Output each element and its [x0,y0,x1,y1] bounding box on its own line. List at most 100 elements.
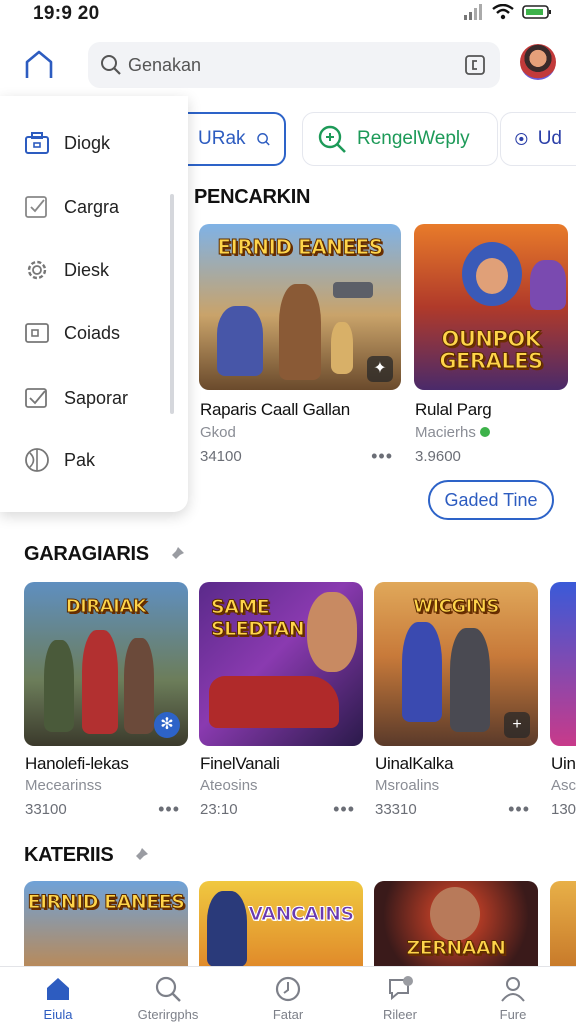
chip-label: RengelWeply [357,128,470,149]
avatar[interactable] [520,44,556,80]
nav-label: Rileer [383,1007,417,1022]
figure-shape [430,887,480,941]
search-icon [101,55,121,75]
menu-item-diesk[interactable]: Diesk [24,257,109,283]
game-card[interactable]: SAME SLEDTAN FinelVanali Ateosins 23:10 … [199,582,363,819]
pin-icon[interactable] [131,847,149,865]
search-input[interactable] [128,51,428,79]
game-name: FinelVanali [200,754,280,773]
nav-label: Fure [499,1007,527,1022]
chip-rengelweply[interactable]: RengelWeply [302,112,498,166]
pin-icon[interactable]: ✦ [367,356,393,382]
menu-item-cargra[interactable]: Cargra [24,194,119,220]
figure-shape [279,284,321,380]
game-card[interactable]: ZERNAAN [374,881,538,967]
nav-item-profile[interactable]: Fure [463,975,563,1022]
game-thumbnail[interactable]: OUNPOK GERALES [414,224,568,390]
signal-icon [464,4,482,20]
nav-item-rileer[interactable]: Rileer [350,975,450,1022]
game-thumbnail[interactable]: DIRAIAK ✻ [24,582,188,746]
game-thumbnail[interactable]: SAME SLEDTAN [199,582,363,746]
dropdown-menu: Diogk Cargra Diesk Coiads Saporar Pak [0,96,188,512]
game-thumbnail[interactable]: VANCAINS [199,881,363,967]
menu-item-label: Diogk [64,132,111,153]
menu-item-label: Cargra [64,196,120,217]
game-art-title: DIRAIAK [65,596,147,618]
more-options-icon[interactable]: ••• [333,799,355,820]
game-art-title: ZERNAAN [406,937,507,960]
game-publisher: Mecearinss [25,777,102,794]
game-card[interactable]: EIRNID EANEES ✦ Raparis Caall Gallan Gko… [199,224,401,466]
game-thumbnail[interactable] [550,881,576,967]
nav-item-home[interactable]: Eiula [8,975,108,1022]
guided-tine-button[interactable]: Gaded Tine [428,480,554,520]
section-title-garagiaris: GARAGIARIS [24,543,185,566]
home-icon[interactable] [22,48,56,82]
game-name: Hanolefi-lekas [25,754,129,773]
game-thumbnail[interactable]: WICGINS + [374,582,538,746]
game-card[interactable]: Uin Asc 130 [550,582,576,818]
wifi-icon [492,4,514,20]
section-title-text: GARAGIARIS [24,543,149,565]
chip-ud[interactable]: Ud [500,112,576,166]
search-icon [256,133,270,146]
search-icon [155,976,181,1002]
section-title-text: PENCARKIN [194,186,311,208]
game-count: 3.9600 [415,448,461,465]
figure-shape [402,622,442,722]
status-bar: 19:9 20 [0,0,576,30]
menu-item-pak[interactable]: Pak [24,447,95,473]
game-thumbnail[interactable]: EIRNID EANEES ✦ [199,224,401,390]
game-art-title: VANCAINS [248,903,355,926]
battery-icon [522,5,551,19]
game-name: Uin [551,754,576,773]
game-count: 34100 [200,448,242,465]
sparkle-icon[interactable]: ✻ [154,712,180,738]
menu-item-saporar[interactable]: Saporar [24,385,128,411]
game-thumbnail[interactable]: EIRNID EANEES [24,881,188,967]
figure-shape [124,638,154,734]
scan-icon[interactable] [464,54,486,76]
nav-item-fatar[interactable]: Fatar [238,975,338,1022]
figure-shape [331,322,353,374]
game-publisher: Asc [551,777,576,794]
figure-shape [450,628,490,732]
more-options-icon[interactable]: ••• [158,799,180,820]
search-bar[interactable] [88,42,500,88]
nav-label: Fatar [272,1007,304,1022]
search-plus-icon [318,125,346,153]
game-count: 33100 [25,801,67,818]
game-thumbnail[interactable]: ZERNAAN [374,881,538,967]
chip-label: URak [198,128,246,149]
window-icon [25,323,49,343]
pin-icon[interactable] [167,546,185,564]
menu-item-coiads[interactable]: Coiads [24,320,120,346]
chat-icon [389,976,413,1001]
figure-shape [307,592,357,672]
game-card[interactable]: WICGINS + UinalKalka Msroalins 33310 ••• [374,582,538,819]
game-publisher-text: Macierhs [415,424,476,441]
game-count: 33310 [375,801,417,818]
game-art-title: SAME SLEDTAN [211,596,306,641]
game-card[interactable]: OUNPOK GERALES Rulal Parg Macierhs 3.960… [414,224,568,465]
game-name: Rulal Parg [415,400,492,419]
home-icon [47,978,69,1000]
game-art-title: EIRNID EANEES [217,235,384,259]
more-options-icon[interactable]: ••• [371,446,393,467]
bottom-nav: Eiula Gterirgphs Fatar Rileer Fure [0,966,576,1024]
status-time: 19:9 20 [33,3,100,24]
menu-scrollbar[interactable] [170,194,174,414]
game-thumbnail[interactable] [550,582,576,746]
figure-shape [44,640,74,732]
menu-item-label: Coiads [64,322,121,343]
game-card[interactable]: DIRAIAK ✻ Hanolefi-lekas Mecearinss 3310… [24,582,188,819]
game-art-title: EIRNID EANEES [27,891,185,914]
compass-icon [515,132,528,146]
add-icon[interactable]: + [504,712,530,738]
nav-item-search[interactable]: Gterirgphs [118,975,218,1022]
more-options-icon[interactable]: ••• [508,799,530,820]
game-card[interactable]: EIRNID EANEES [24,881,188,967]
menu-item-diogk[interactable]: Diogk [24,130,110,156]
game-card[interactable] [550,881,576,967]
game-card[interactable]: VANCAINS [199,881,363,967]
